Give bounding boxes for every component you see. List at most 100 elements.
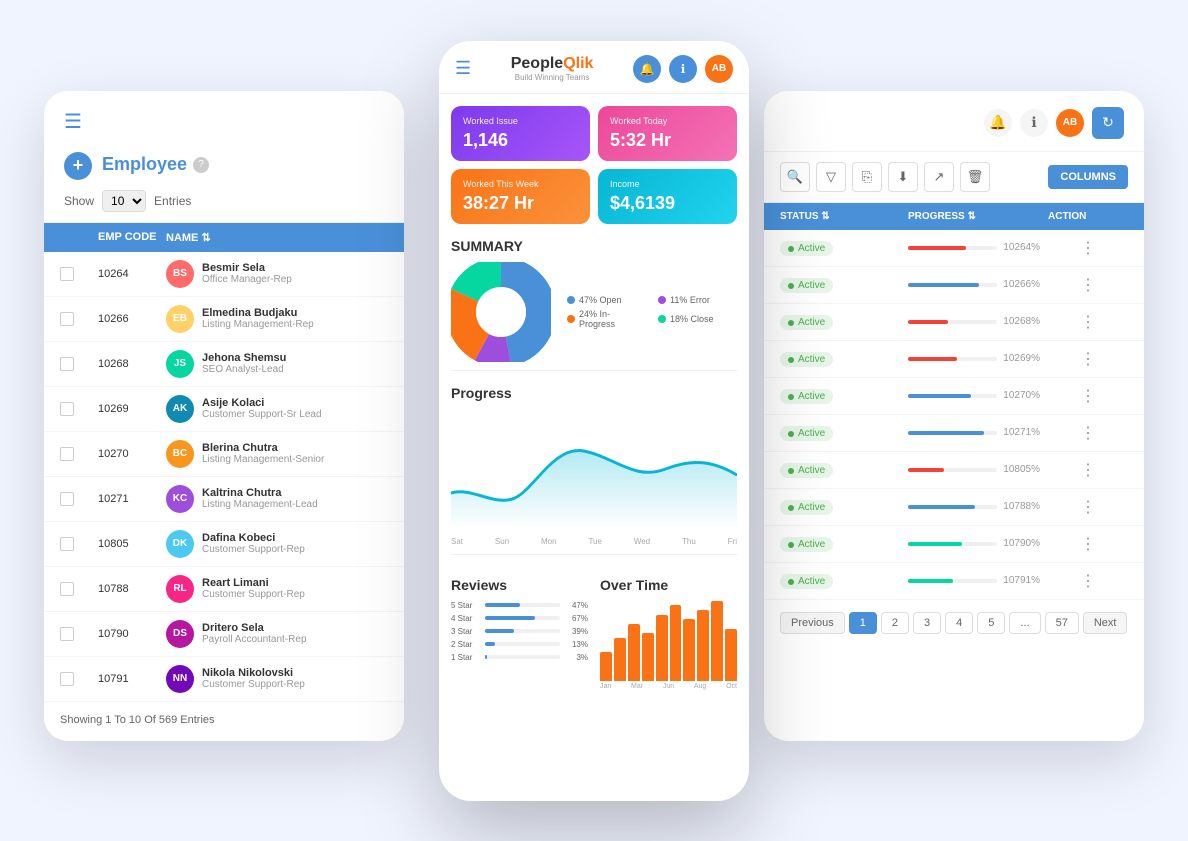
page-btn-3[interactable]: 3	[913, 612, 941, 634]
delete-button[interactable]: 🗑	[960, 162, 990, 192]
table-row[interactable]: 10791 NN Nikola Nikolovski Customer Supp…	[44, 657, 404, 702]
table-row[interactable]: 10269 AK Asije Kolaci Customer Support-S…	[44, 387, 404, 432]
progress-cell: 10264%	[908, 242, 1040, 253]
progress-cell: 10266%	[908, 279, 1040, 290]
action-menu[interactable]: ⋮	[1048, 275, 1128, 295]
status-col-header[interactable]: STATUS ⇅	[780, 211, 900, 222]
bell-icon[interactable]: 🔔	[984, 109, 1012, 137]
share-button[interactable]: ↗	[924, 162, 954, 192]
search-button[interactable]: 🔍	[780, 162, 810, 192]
page-btn-2[interactable]: 2	[881, 612, 909, 634]
page-btn-1[interactable]: 1	[849, 612, 877, 634]
legend-label: 18% Close	[670, 314, 714, 324]
page-btn-4[interactable]: 4	[945, 612, 973, 634]
page-btn-...[interactable]: ...	[1009, 612, 1040, 634]
action-menu[interactable]: ⋮	[1048, 497, 1128, 517]
user-avatar-right[interactable]: AB	[1056, 109, 1084, 137]
right-table-row[interactable]: Active 10264% ⋮	[764, 230, 1144, 267]
info-icon-right[interactable]: ℹ	[1020, 109, 1048, 137]
table-row[interactable]: 10270 BC Blerina Chutra Listing Manageme…	[44, 432, 404, 477]
action-col-header: ACTION	[1048, 211, 1128, 222]
table-row[interactable]: 10266 EB Elmedina Budjaku Listing Manage…	[44, 297, 404, 342]
columns-button[interactable]: COLUMNS	[1048, 165, 1128, 189]
notification-icon[interactable]: 🔔	[633, 55, 661, 83]
emp-name: Jehona Shemsu	[202, 352, 388, 364]
row-checkbox[interactable]	[60, 402, 74, 416]
row-checkbox[interactable]	[60, 537, 74, 551]
overtime-label: Jan	[600, 683, 611, 690]
emp-info-cell: AK Asije Kolaci Customer Support-Sr Lead	[166, 395, 388, 423]
refresh-button[interactable]: ↻	[1092, 107, 1124, 139]
action-menu[interactable]: ⋮	[1048, 238, 1128, 258]
emp-details: Dafina Kobeci Customer Support-Rep	[202, 532, 388, 555]
action-menu[interactable]: ⋮	[1048, 312, 1128, 332]
right-table-row[interactable]: Active 10269% ⋮	[764, 341, 1144, 378]
copy-button[interactable]: ⎘	[852, 162, 882, 192]
profile-avatar[interactable]: AB	[705, 55, 733, 83]
emp-code-header[interactable]: EMP CODE	[98, 231, 158, 244]
action-menu[interactable]: ⋮	[1048, 386, 1128, 406]
row-checkbox[interactable]	[60, 492, 74, 506]
pie-chart-svg	[451, 262, 551, 362]
row-checkbox[interactable]	[60, 267, 74, 281]
mobile-hamburger-icon[interactable]: ☰	[455, 58, 471, 79]
filter-button[interactable]: ▽	[816, 162, 846, 192]
table-row[interactable]: 10268 JS Jehona Shemsu SEO Analyst-Lead	[44, 342, 404, 387]
page-btn-57[interactable]: 57	[1045, 612, 1079, 634]
review-bar-fill	[485, 629, 514, 633]
emp-code-cell: 10271	[98, 493, 158, 505]
right-table-row[interactable]: Active 10805% ⋮	[764, 452, 1144, 489]
review-percent: 39%	[564, 627, 588, 636]
overtime-label: Jun	[663, 683, 674, 690]
right-table-row[interactable]: Active 10791% ⋮	[764, 563, 1144, 600]
row-checkbox[interactable]	[60, 627, 74, 641]
right-table-row[interactable]: Active 10271% ⋮	[764, 415, 1144, 452]
status-badge: Active	[780, 574, 833, 589]
right-table-row[interactable]: Active 10790% ⋮	[764, 526, 1144, 563]
right-table-row[interactable]: Active 10268% ⋮	[764, 304, 1144, 341]
prev-button[interactable]: Previous	[780, 612, 845, 634]
review-bar-bg	[485, 629, 560, 633]
emp-code-cell: 10790	[98, 628, 158, 640]
row-checkbox[interactable]	[60, 582, 74, 596]
stat-label: Worked Issue	[463, 116, 578, 126]
table-row[interactable]: 10271 KC Kaltrina Chutra Listing Managem…	[44, 477, 404, 522]
action-menu[interactable]: ⋮	[1048, 571, 1128, 591]
table-row[interactable]: 10790 DS Dritero Sela Payroll Accountant…	[44, 612, 404, 657]
status-cell: Active	[780, 350, 900, 368]
day-label: Wed	[634, 537, 650, 546]
progress-bar-bg	[908, 579, 997, 583]
right-table-row[interactable]: Active 10270% ⋮	[764, 378, 1144, 415]
action-menu[interactable]: ⋮	[1048, 534, 1128, 554]
hamburger-icon[interactable]: ☰	[64, 109, 384, 134]
row-checkbox[interactable]	[60, 312, 74, 326]
name-header[interactable]: NAME ⇅	[166, 231, 388, 244]
review-bar-bg	[485, 642, 560, 646]
mobile-content: Worked Issue 1,146 Worked Today 5:32 Hr …	[439, 94, 749, 784]
next-button[interactable]: Next	[1083, 612, 1128, 634]
action-menu[interactable]: ⋮	[1048, 423, 1128, 443]
entries-select[interactable]: 10 25 50	[102, 190, 146, 212]
progress-col-header[interactable]: PROGRESS ⇅	[908, 211, 1040, 222]
table-row[interactable]: 10805 DK Dafina Kobeci Customer Support-…	[44, 522, 404, 567]
row-checkbox[interactable]	[60, 357, 74, 371]
table-row[interactable]: 10264 BS Besmir Sela Office Manager-Rep	[44, 252, 404, 297]
table-row[interactable]: 10788 RL Reart Limani Customer Support-R…	[44, 567, 404, 612]
emp-name: Blerina Chutra	[202, 442, 388, 454]
right-table-row[interactable]: Active 10788% ⋮	[764, 489, 1144, 526]
add-employee-button[interactable]: +	[64, 152, 92, 180]
status-badge: Active	[780, 278, 833, 293]
right-table-header: STATUS ⇅ PROGRESS ⇅ ACTION	[764, 203, 1144, 230]
row-checkbox[interactable]	[60, 672, 74, 686]
info-icon[interactable]: ℹ	[669, 55, 697, 83]
action-menu[interactable]: ⋮	[1048, 349, 1128, 369]
row-checkbox[interactable]	[60, 447, 74, 461]
status-badge: Active	[780, 352, 833, 367]
right-table-row[interactable]: Active 10266% ⋮	[764, 267, 1144, 304]
download-button[interactable]: ⬇	[888, 162, 918, 192]
action-menu[interactable]: ⋮	[1048, 460, 1128, 480]
employee-title: Employee ?	[102, 154, 209, 175]
page-btn-5[interactable]: 5	[977, 612, 1005, 634]
legend-dot	[567, 296, 575, 304]
help-icon[interactable]: ?	[193, 157, 209, 173]
